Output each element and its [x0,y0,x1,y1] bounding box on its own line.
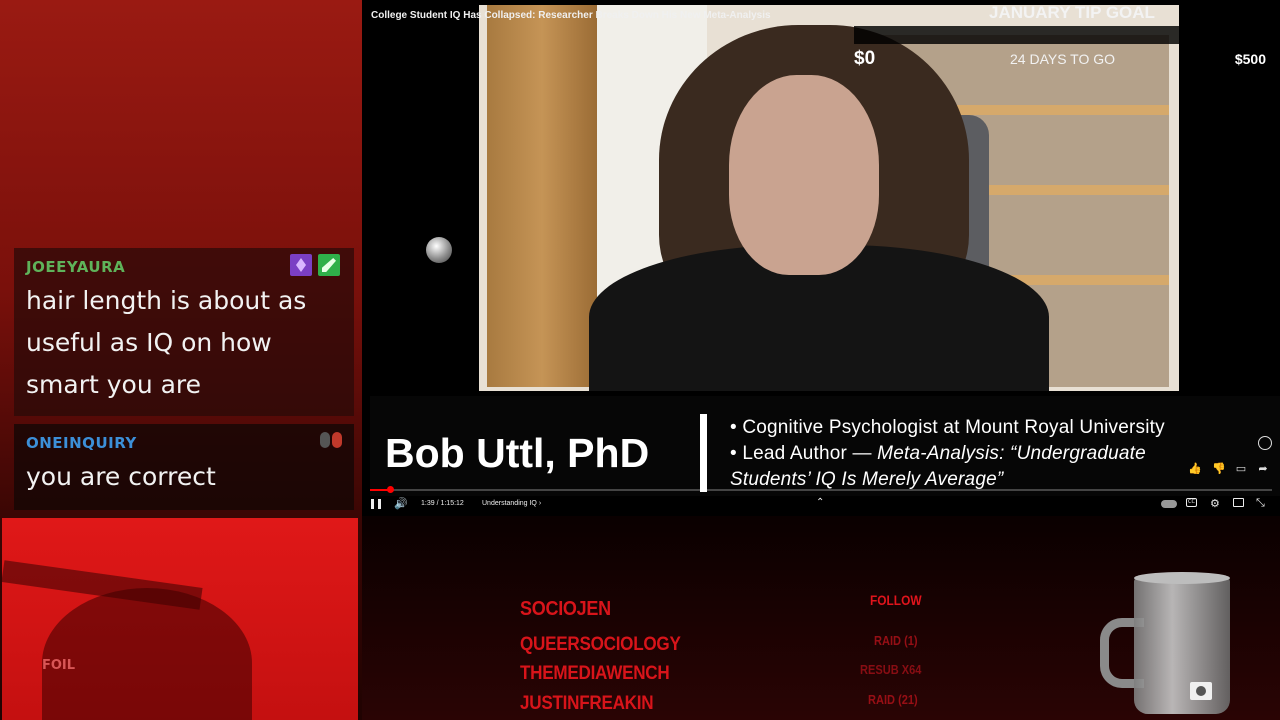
chapter-button[interactable]: Understanding IQ › [482,500,541,507]
lower-third-divider [700,414,707,492]
lower-third-caption: Bob Uttl, PhD • Cognitive Psychologist a… [370,396,1280,496]
pencil-badge-icon [318,254,340,276]
chat-message-text: you are correct [26,462,216,491]
speaker-publication: • Lead Author — Meta-Analysis: “Undergra… [730,443,1146,465]
webcam-overlay-text: FOIL [42,658,76,673]
player-controls: 🔊 1:39 / 1:15:12 Understanding IQ › ⌃ CC… [362,486,1280,516]
chapter-label: Understanding IQ [482,500,537,507]
tip-goal-current: $0 [854,48,876,69]
recent-event-type: RAID (1) [874,633,918,648]
recent-follower-name: SOCIOJEN [520,598,611,620]
video-title[interactable]: College Student IQ Has Collapsed: Resear… [371,10,771,21]
tip-goal-days-left: 24 DAYS TO GO [1010,51,1116,67]
cast-icon[interactable] [1233,498,1244,507]
camera-icon [1190,682,1212,700]
captions-icon[interactable]: CC [1186,498,1197,507]
subscriber-badge-icon [290,254,312,276]
pause-icon[interactable] [371,499,381,509]
info-icon[interactable] [1258,436,1272,450]
chat-username: JOEEYAURA [26,258,126,276]
chat-message: ONEINQUIRY you are correct [14,424,354,510]
publication-title: Meta-Analysis: “Undergraduate [877,443,1146,464]
recent-event-type: RESUB X64 [860,662,922,677]
tip-goal-title: JANUARY TIP GOAL [989,3,1155,22]
streamer-silhouette [42,588,252,720]
exit-fullscreen-icon[interactable]: ⤡ [1256,496,1265,510]
tip-goal-progress-bar [854,26,1180,44]
progress-bar[interactable] [370,486,1272,493]
tip-goal-widget: JANUARY TIP GOAL $0 24 DAYS TO GO $500 [854,0,1280,80]
time-display: 1:39 / 1:15:12 [421,500,464,507]
microphone-badge-icon [320,432,342,448]
recent-event-name: QUEERSOCIOLOGY [520,634,681,655]
share-icon[interactable]: ➦ [1256,462,1270,476]
webcam-feed: FOIL [2,518,358,720]
mug-rim [1134,572,1230,584]
speaker-credential: • Cognitive Psychologist at Mount Royal … [730,417,1165,438]
background-door [487,5,597,387]
chat-message-text: hair length is about as useful as IQ on … [26,286,307,399]
tip-jar-mug [1100,572,1240,718]
speaker-name: Bob Uttl, PhD [385,430,650,476]
progress-scrubber[interactable] [387,486,394,493]
dislike-icon[interactable]: 👎 [1212,462,1226,476]
chat-username: ONEINQUIRY [26,434,137,452]
autoplay-toggle[interactable] [1161,500,1177,508]
tip-goal-target: $500 [1234,51,1266,67]
volume-icon[interactable]: 🔊 [394,497,408,510]
like-icon[interactable]: 👍 [1188,462,1202,476]
comment-icon[interactable]: ▭ [1234,462,1248,476]
recent-event-name: JUSTINFREAKIN [520,693,654,714]
chat-message: JOEEYAURA hair length is about as useful… [14,248,354,416]
chevron-up-icon[interactable]: ⌃ [816,497,824,508]
gear-icon[interactable]: ⚙ [1210,497,1220,510]
loading-orb-icon [426,237,452,263]
speaker-face [729,75,879,275]
recent-event-type: FOLLOW [870,592,922,608]
recent-event-name: THEMEDIAWENCH [520,663,670,684]
mug-body [1134,576,1230,714]
recent-event-type: RAID (21) [868,692,918,707]
publication-prefix: • Lead Author — [730,443,878,464]
video-player[interactable]: College Student IQ Has Collapsed: Resear… [362,0,1280,516]
